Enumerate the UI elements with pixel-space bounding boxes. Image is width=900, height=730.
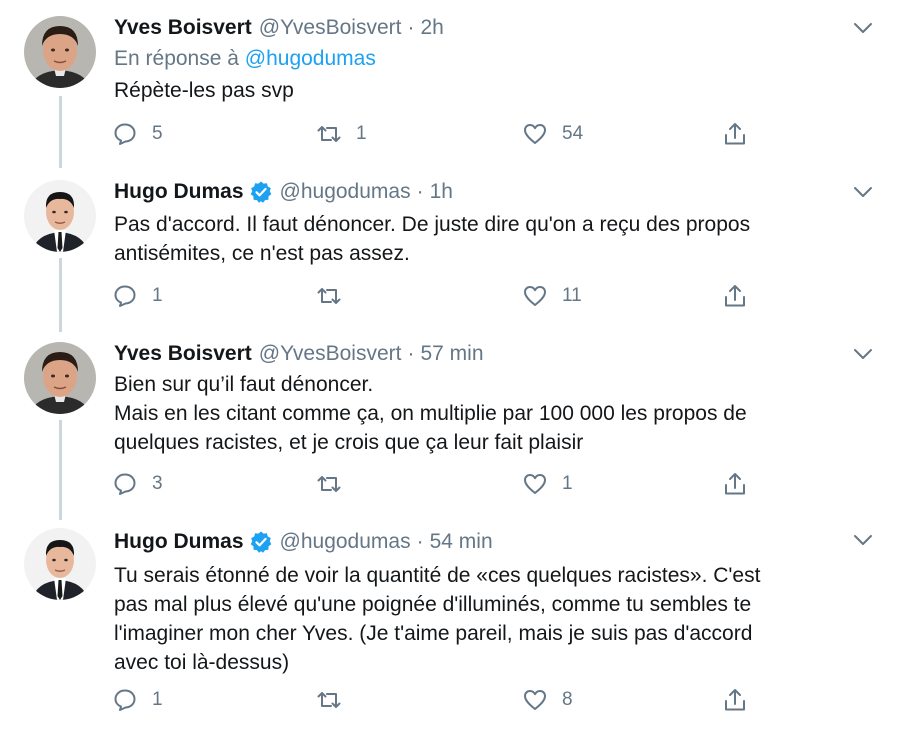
- like-count: 8: [562, 689, 573, 710]
- timestamp[interactable]: 2h: [420, 16, 443, 40]
- retweet-icon: [317, 288, 341, 304]
- tweet-text-line: antisémites, ce n'est pas assez.: [114, 242, 410, 265]
- reply-prefix: En réponse à: [114, 47, 245, 70]
- reply-icon: [114, 689, 136, 711]
- author-handle[interactable]: @YvesBoisvert: [259, 342, 402, 366]
- timestamp[interactable]: 57 min: [420, 342, 483, 366]
- reply-button[interactable]: 1: [112, 686, 163, 714]
- timestamp[interactable]: 1h: [430, 180, 453, 204]
- tweet-text-line: avec toi là-dessus): [114, 651, 290, 674]
- retweet-button[interactable]: 1: [316, 120, 367, 148]
- share-button[interactable]: [722, 120, 748, 148]
- avatar-yves-boisvert[interactable]: [24, 342, 96, 414]
- retweet-icon: [317, 692, 341, 708]
- reply-button[interactable]: 5: [112, 120, 163, 148]
- like-count: 54: [562, 123, 584, 144]
- separator-dot: ·: [407, 16, 415, 39]
- tweet-text: Pas d'accord. Il faut dénoncer. De juste…: [114, 210, 874, 268]
- heart-icon: [524, 286, 546, 306]
- share-icon: [725, 123, 745, 145]
- separator-dot: ·: [416, 180, 424, 203]
- tweet-header: Yves Boisvert @YvesBoisvert · 57 min: [114, 338, 484, 370]
- timestamp[interactable]: 54 min: [430, 530, 493, 554]
- chevron-down-icon[interactable]: [851, 528, 875, 552]
- share-icon: [725, 473, 745, 495]
- tweet-header: Yves Boisvert @YvesBoisvert · 2h: [114, 12, 444, 44]
- reply-icon: [114, 123, 136, 145]
- tweet-text-line: pas mal plus élevé qu'une poignée d'illu…: [114, 593, 752, 616]
- like-count: 11: [562, 285, 582, 306]
- reply-button[interactable]: 3: [112, 470, 163, 498]
- heart-icon: [524, 124, 546, 144]
- reply-icon: [114, 285, 136, 307]
- tweet-text-line: Mais en les citant comme ça, on multipli…: [114, 402, 747, 425]
- share-button[interactable]: [722, 470, 748, 498]
- share-icon: [725, 285, 745, 307]
- retweet-button[interactable]: [316, 282, 356, 310]
- like-button[interactable]: 54: [522, 120, 583, 148]
- separator-dot: ·: [416, 530, 424, 553]
- author-name[interactable]: Hugo Dumas: [114, 180, 244, 204]
- reply-context: En réponse à @hugodumas: [114, 47, 376, 71]
- author-handle[interactable]: @hugodumas: [280, 530, 411, 554]
- tweet-text-line: Bien sur qu’il faut dénoncer.: [114, 373, 374, 396]
- author-handle[interactable]: @hugodumas: [280, 180, 411, 204]
- share-button[interactable]: [722, 686, 748, 714]
- share-icon: [725, 689, 745, 711]
- share-button[interactable]: [722, 282, 748, 310]
- like-button[interactable]: 8: [522, 686, 573, 714]
- tweet[interactable]: Yves Boisvert @YvesBoisvert · 2h En répo…: [0, 0, 900, 168]
- tweet-text: Bien sur qu’il faut dénoncer. Mais en le…: [114, 370, 874, 457]
- like-count: 1: [562, 473, 573, 494]
- tweet-text-line: l'imaginer mon cher Yves. (Je t'aime par…: [114, 622, 753, 645]
- tweet-text-line: Tu serais étonné de voir la quantité de …: [114, 564, 761, 587]
- heart-icon: [524, 690, 546, 710]
- avatar-hugo-dumas[interactable]: [24, 180, 96, 252]
- avatar-hugo-dumas[interactable]: [24, 528, 96, 600]
- reply-count: 1: [152, 689, 163, 710]
- reply-count: 1: [152, 285, 163, 306]
- chevron-down-icon[interactable]: [851, 180, 875, 204]
- author-handle[interactable]: @YvesBoisvert: [259, 16, 402, 40]
- tweet-text-line: Pas d'accord. Il faut dénoncer. De juste…: [114, 213, 751, 236]
- heart-icon: [524, 474, 546, 494]
- reply-count: 5: [152, 123, 163, 144]
- tweet-text-line: Répète-les pas svp: [114, 79, 294, 102]
- retweet-icon: [317, 126, 341, 142]
- tweet-text: Répète-les pas svp: [114, 76, 874, 105]
- verified-badge-icon: [250, 531, 271, 553]
- tweet-text: Tu serais étonné de voir la quantité de …: [114, 561, 874, 677]
- tweet[interactable]: Yves Boisvert @YvesBoisvert · 57 min Bie…: [0, 330, 900, 520]
- verified-badge-icon: [250, 181, 271, 203]
- tweet[interactable]: Hugo Dumas @hugodumas · 1h Pas d'accord.…: [0, 168, 900, 330]
- reply-mention-link[interactable]: @hugodumas: [245, 47, 376, 70]
- avatar-yves-boisvert[interactable]: [24, 16, 96, 88]
- like-button[interactable]: 11: [522, 282, 582, 310]
- tweet[interactable]: Hugo Dumas @hugodumas · 54 min Tu serais…: [0, 520, 900, 730]
- chevron-down-icon[interactable]: [851, 342, 875, 366]
- retweet-button[interactable]: [316, 470, 356, 498]
- reply-count: 3: [152, 473, 163, 494]
- author-name[interactable]: Yves Boisvert: [114, 16, 252, 40]
- separator-dot: ·: [407, 342, 415, 365]
- retweet-icon: [317, 476, 341, 492]
- chevron-down-icon[interactable]: [851, 16, 875, 40]
- tweet-header: Hugo Dumas @hugodumas · 1h: [114, 176, 453, 208]
- tweet-text-line: quelques racistes, et je crois que ça le…: [114, 431, 584, 454]
- retweet-button[interactable]: [316, 686, 356, 714]
- reply-button[interactable]: 1: [112, 282, 163, 310]
- like-button[interactable]: 1: [522, 470, 573, 498]
- author-name[interactable]: Yves Boisvert: [114, 342, 252, 366]
- author-name[interactable]: Hugo Dumas: [114, 530, 244, 554]
- retweet-count: 1: [356, 123, 367, 144]
- tweet-header: Hugo Dumas @hugodumas · 54 min: [114, 526, 493, 558]
- reply-icon: [114, 473, 136, 495]
